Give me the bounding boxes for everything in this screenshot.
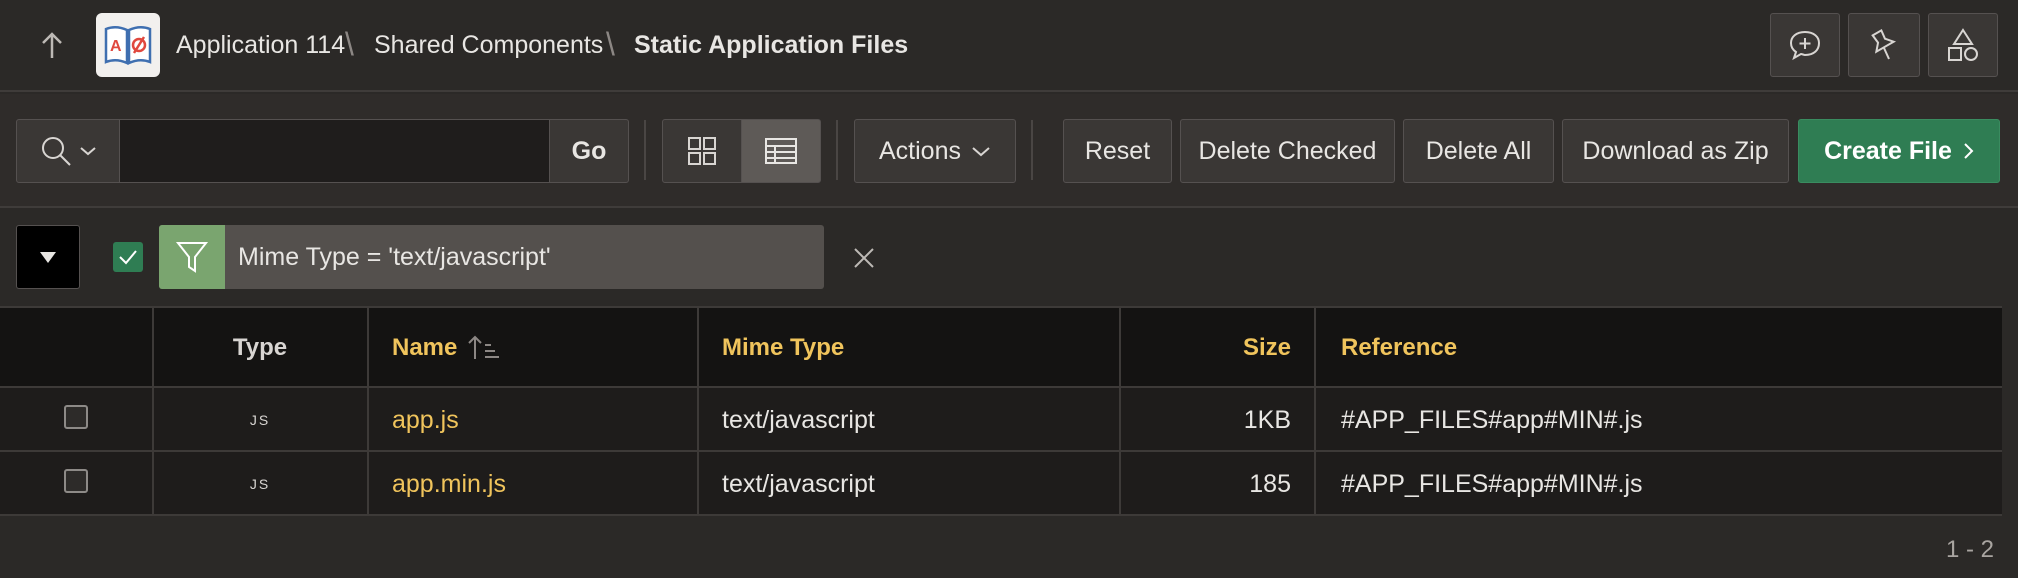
filter-icon-box [159,225,225,289]
chevron-down-icon [972,147,990,157]
report-view-button[interactable] [741,119,821,183]
column-divider [367,306,369,516]
triangle-down-icon [40,252,56,263]
row-checkbox[interactable] [64,405,88,429]
download-zip-label: Download as Zip [1582,136,1769,165]
actions-menu-button[interactable]: Actions [854,119,1016,183]
pagination-range: 1 - 2 [1945,536,1994,563]
breadcrumb-separator: \ [606,26,615,62]
column-header-reference[interactable]: Reference [1341,333,1457,363]
pin-icon [1871,28,1897,60]
go-button[interactable]: Go [549,119,629,183]
table-scrollbar-gutter [2002,306,2018,516]
funnel-icon [175,242,209,273]
page-title: Static Application Files [634,31,909,59]
reset-button[interactable]: Reset [1063,119,1172,183]
breadcrumb-shared-components[interactable]: Shared Components [374,30,603,60]
chat-plus-icon [1789,30,1821,61]
search-column-selector[interactable] [16,119,120,183]
sort-ascending-icon [467,333,501,363]
filter-collapse-toggle[interactable] [16,225,80,289]
delete-checked-label: Delete Checked [1198,136,1377,165]
filter-chip[interactable]: Mime Type = 'text/javascript' [159,225,824,289]
download-zip-button[interactable]: Download as Zip [1562,119,1789,183]
icon-view-button[interactable] [662,119,742,183]
shapes-button[interactable] [1928,13,1998,77]
breadcrumb-separator: \ [345,26,354,62]
up-arrow-icon[interactable] [36,28,68,64]
toolbar-divider [836,120,838,180]
go-label: Go [571,136,607,165]
remove-filter-button[interactable] [850,244,878,272]
breadcrumb-app[interactable]: Application 114 [176,30,345,60]
reset-label: Reset [1084,136,1151,165]
file-name-link[interactable]: app.js [392,405,459,435]
file-reference: #APP_FILES#app#MIN#.js [1341,406,1643,434]
create-file-label: Create File [1824,136,1952,165]
column-divider [697,306,699,516]
toolbar-divider [1031,120,1033,180]
chevron-right-icon [1964,143,1974,159]
column-divider [1314,306,1316,516]
file-size: 185 [1249,470,1291,498]
create-file-button[interactable]: Create File [1798,119,2000,183]
search-icon [42,137,71,166]
app-icon[interactable]: A [96,13,160,77]
grid-icon [688,137,716,165]
table-icon [765,138,797,164]
close-icon [854,248,874,268]
file-mime-type: text/javascript [722,470,875,498]
shapes-icon [1948,28,1978,61]
file-reference: #APP_FILES#app#MIN#.js [1341,470,1643,498]
file-type-badge: JS [249,476,271,492]
actions-label: Actions [879,136,961,165]
check-icon [119,250,137,265]
row-checkbox[interactable] [64,469,88,493]
column-header-mime-type[interactable]: Mime Type [722,333,844,363]
chevron-down-icon [80,147,96,156]
column-header-name[interactable]: Name [392,333,457,363]
filter-text: Mime Type = 'text/javascript' [238,243,551,271]
file-name-link[interactable]: app.min.js [392,469,506,499]
delete-all-button[interactable]: Delete All [1403,119,1554,183]
feedback-button[interactable] [1770,13,1840,77]
search-input[interactable] [119,119,550,183]
delete-checked-button[interactable]: Delete Checked [1180,119,1395,183]
file-mime-type: text/javascript [722,406,875,434]
column-header-type: Type [232,334,288,361]
svg-text:A: A [110,38,122,55]
developer-toolbar-button[interactable] [1848,13,1920,77]
delete-all-label: Delete All [1425,136,1532,165]
filter-enabled-checkbox[interactable] [113,242,143,272]
toolbar-divider [644,120,646,180]
file-size: 1KB [1243,406,1291,434]
file-type-badge: JS [249,412,271,428]
column-header-size[interactable]: Size [1120,333,1291,363]
